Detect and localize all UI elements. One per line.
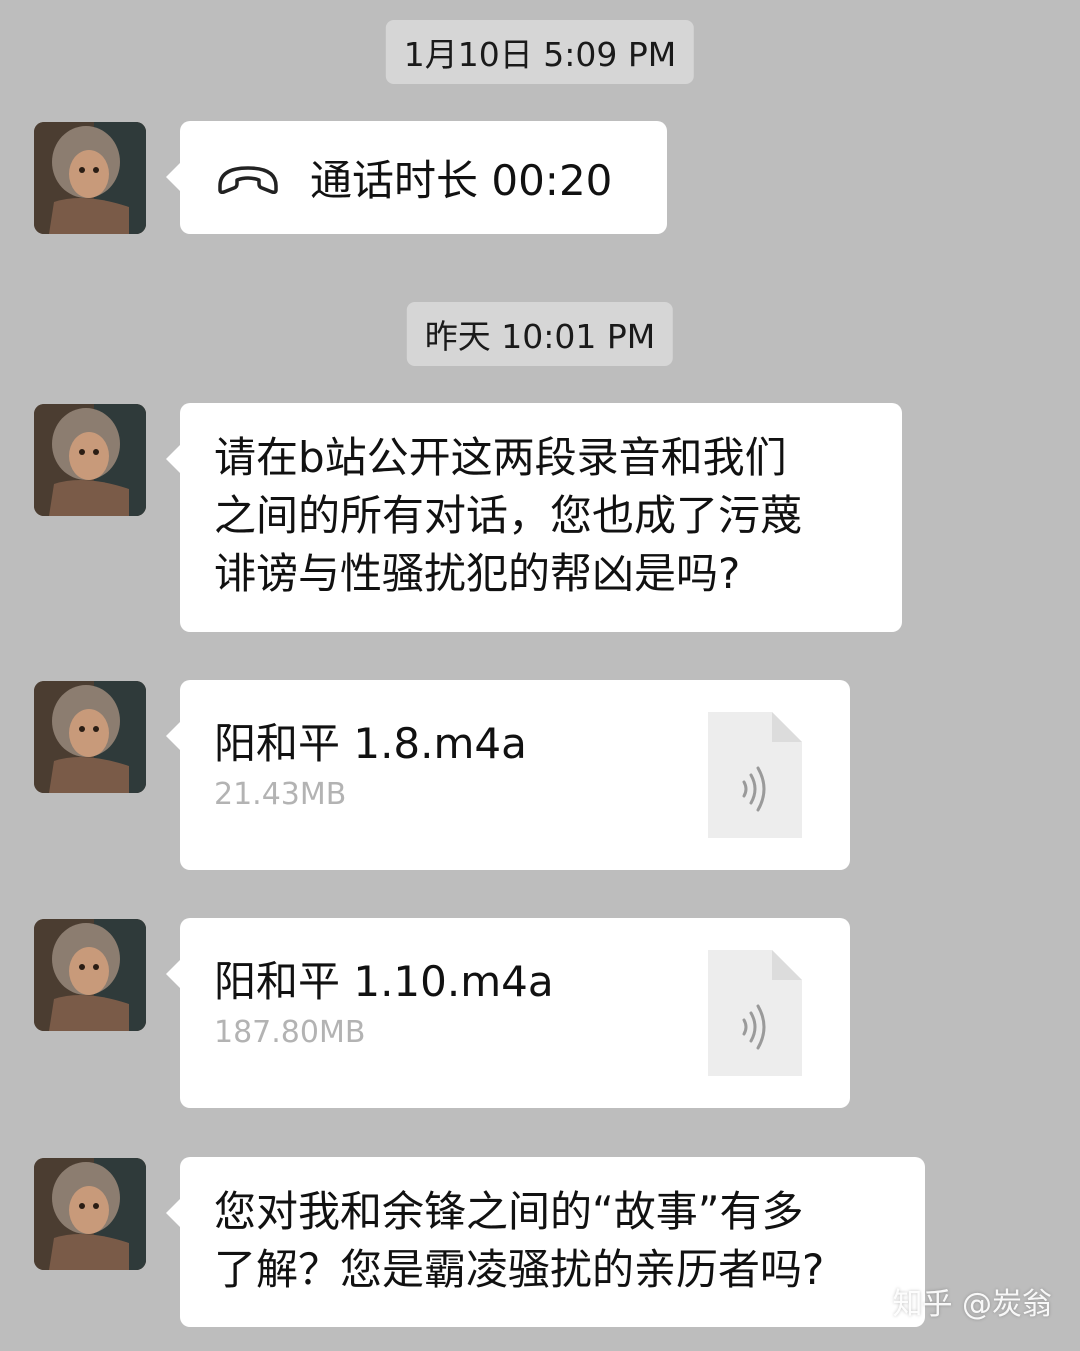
watermark: 知乎 @炭翁 bbox=[892, 1287, 1052, 1322]
phone-hangup-icon bbox=[218, 165, 278, 194]
file-name: 阳和平 1.10.m4a bbox=[214, 957, 554, 1006]
chat-window: 1月10日 5:09 PM 通话时长 00:20 昨天 10:01 PM 请在b… bbox=[0, 0, 1080, 1351]
avatar[interactable] bbox=[34, 919, 146, 1031]
text-message-bubble[interactable]: 您对我和余锋之间的“故事”有多 了解？您是霸凌骚扰的亲历者吗? bbox=[166, 1157, 925, 1327]
audio-file-icon bbox=[708, 950, 802, 1076]
avatar-image bbox=[34, 919, 146, 1031]
avatar[interactable] bbox=[34, 681, 146, 793]
file-message-bubble[interactable]: 阳和平 1.10.m4a 187.80MB bbox=[166, 918, 850, 1108]
avatar-image bbox=[34, 404, 146, 516]
audio-file-icon bbox=[708, 712, 802, 838]
avatar[interactable] bbox=[34, 404, 146, 516]
timestamp: 昨天 10:01 PM bbox=[406, 302, 674, 366]
file-message-bubble[interactable]: 阳和平 1.8.m4a 21.43MB bbox=[166, 680, 850, 870]
file-size: 21.43MB bbox=[214, 777, 347, 812]
avatar-image bbox=[34, 681, 146, 793]
call-duration-label: 通话时长 00:20 bbox=[310, 156, 613, 205]
timestamp: 1月10日 5:09 PM bbox=[385, 20, 695, 84]
file-name: 阳和平 1.8.m4a bbox=[214, 719, 527, 768]
call-record-bubble[interactable]: 通话时长 00:20 bbox=[166, 121, 667, 234]
text-message-bubble[interactable]: 请在b站公开这两段录音和我们 之间的所有对话，您也成了污蔑 诽谤与性骚扰犯的帮凶… bbox=[166, 403, 902, 632]
avatar-image bbox=[34, 122, 146, 234]
file-size: 187.80MB bbox=[214, 1015, 366, 1050]
avatar-image bbox=[34, 1158, 146, 1270]
avatar[interactable] bbox=[34, 122, 146, 234]
avatar[interactable] bbox=[34, 1158, 146, 1270]
